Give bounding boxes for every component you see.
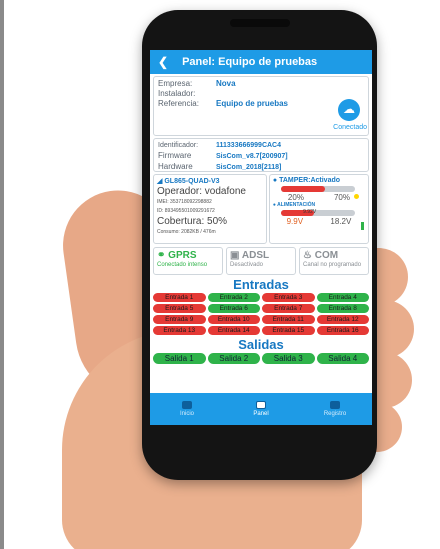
entrada-pill[interactable]: Entrada 7 [262,304,315,313]
entrada-pill[interactable]: Entrada 1 [153,293,206,302]
firmware-card: Identificador: 111333666999CAC4 Firmware S… [153,138,369,172]
list-icon [330,401,340,409]
gprs-status: Conectado intenso [157,262,208,268]
entrada-pill[interactable]: Entrada 3 [262,293,315,302]
tamper-title: TAMPER:Activado [279,177,341,184]
bottom-nav: Inicio Panel Registro [150,393,372,425]
entrada-pill[interactable]: Entrada 9 [153,315,206,324]
entrada-pill[interactable]: Entrada 14 [207,326,260,335]
adsl-status: Desactivado [230,262,264,268]
cobertura-text: Cobertura: 50% [157,216,228,227]
status-row: ◢ GL865-QUAD-V3 Operador: vodafone IMEI:… [153,174,369,244]
panel-icon [256,401,266,409]
consumo-text: Consumo: 2082KB / 476m [157,229,216,235]
gprs-name: GPRS [168,250,197,261]
alim-title: ALIMENTACIÓN [277,202,316,208]
empresa-label: Empresa: [158,79,193,88]
app-screen: ❮ Panel: Equipo de pruebas Empresa: Nova … [150,50,372,425]
modem-title: GL865-QUAD-V3 [164,178,220,185]
app-header: ❮ Panel: Equipo de pruebas [150,50,372,74]
tamper-card: ● TAMPER:Activado 20% 70% ● ALIMENTACIÓN … [268,174,369,244]
firmware-label: Firmware [158,151,192,160]
salidas-grid: Salida 1 Salida 2 Salida 3 Salida 4 [150,353,372,364]
cloud-icon: ☁ [338,99,360,121]
entrada-pill[interactable]: Entrada 2 [207,293,260,302]
nav-label: Registro [323,411,347,417]
power-bar: 9.92V [280,209,355,216]
nav-label: Panel [253,411,269,417]
salida-button[interactable]: Salida 3 [262,353,315,364]
edge-strip [0,0,4,549]
nav-item-inicio[interactable]: Inicio [150,393,224,425]
instalador-label: Instalador: [158,89,196,98]
chevron-left-icon[interactable]: ❮ [158,55,168,69]
com-status: Canal no programado [303,262,362,268]
entrada-pill[interactable]: Entrada 10 [207,315,260,324]
entrada-pill[interactable]: Entrada 15 [262,326,315,335]
warning-dot [354,194,359,199]
referencia-value: Equipo de pruebas [216,99,289,108]
entrada-pill[interactable]: Entrada 12 [316,315,369,324]
identificador-value: 111333666999CAC4 [216,142,282,149]
photo-stage: ❮ Panel: Equipo de pruebas Empresa: Nova … [0,0,440,549]
nav-item-registro[interactable]: Registro [298,393,372,425]
power-icon: ● [272,202,276,208]
modem-card: ◢ GL865-QUAD-V3 Operador: vodafone IMEI:… [153,174,267,244]
connections-row: ⚭ GPRS Conectado intenso ▣ ADSL Desactiv… [153,247,369,275]
home-icon [182,401,192,409]
battery-dot [361,222,364,230]
salida-button[interactable]: Salida 2 [207,353,260,364]
alert-icon: ● [272,177,278,184]
antenna-icon: ⚭ [157,250,166,261]
entrada-pill[interactable]: Entrada 13 [153,326,206,335]
pct-right: 70% [333,193,350,202]
volt-left: 9.9V [286,217,304,226]
entradas-grid: Entrada 1 Entrada 2 Entrada 3 Entrada 4 Entr… [150,293,372,335]
monitor-icon: ▣ [230,250,240,261]
nav-item-panel[interactable]: Panel [224,393,298,425]
flame-icon: ♨ [303,250,312,261]
entrada-pill[interactable]: Entrada 4 [316,293,369,302]
power-bar-label: 9.92V [303,209,317,215]
pct-left: 20% [287,193,304,202]
imei-text: IMEI: 353718092298882 [157,199,212,205]
operador-text: Operador: vodafone [157,186,246,197]
hardware-value: SisCom_2018[2118] [216,164,282,171]
adsl-name: ADSL [241,250,270,261]
hardware-label: Hardware [158,162,193,171]
entrada-pill[interactable]: Entrada 16 [316,326,369,335]
entradas-heading: Entradas [233,277,289,292]
salidas-heading: Salidas [238,337,284,352]
com-button[interactable]: ♨ COM Canal no programado [299,247,369,275]
entrada-pill[interactable]: Entrada 8 [316,304,369,313]
page-title: Panel: Equipo de pruebas [182,56,318,68]
empresa-value: Nova [216,79,236,88]
firmware-value: SisCom_v8.7[200907] [216,153,288,160]
volt-right: 18.2V [330,217,352,226]
entrada-pill[interactable]: Entrada 5 [153,304,206,313]
gprs-button[interactable]: ⚭ GPRS Conectado intenso [153,247,223,275]
entrada-pill[interactable]: Entrada 6 [207,304,260,313]
device-info-card: Empresa: Nova Instalador: Referencia: Equi… [153,76,369,136]
tamper-bar-fill [280,186,326,192]
salida-button[interactable]: Salida 1 [153,353,206,364]
adsl-button[interactable]: ▣ ADSL Desactivado [226,247,296,275]
connection-status: Conectado [333,124,367,131]
phone-notch [230,19,290,27]
iccid-text: ID: 893495501009291672 [157,208,215,214]
identificador-label: Identificador: [158,142,199,149]
salida-button[interactable]: Salida 4 [316,353,369,364]
nav-label: Inicio [179,411,194,417]
referencia-label: Referencia: [158,99,199,108]
com-name: COM [314,250,339,261]
tamper-bar [280,186,355,192]
entrada-pill[interactable]: Entrada 11 [262,315,315,324]
signal-icon: ◢ [157,178,163,185]
